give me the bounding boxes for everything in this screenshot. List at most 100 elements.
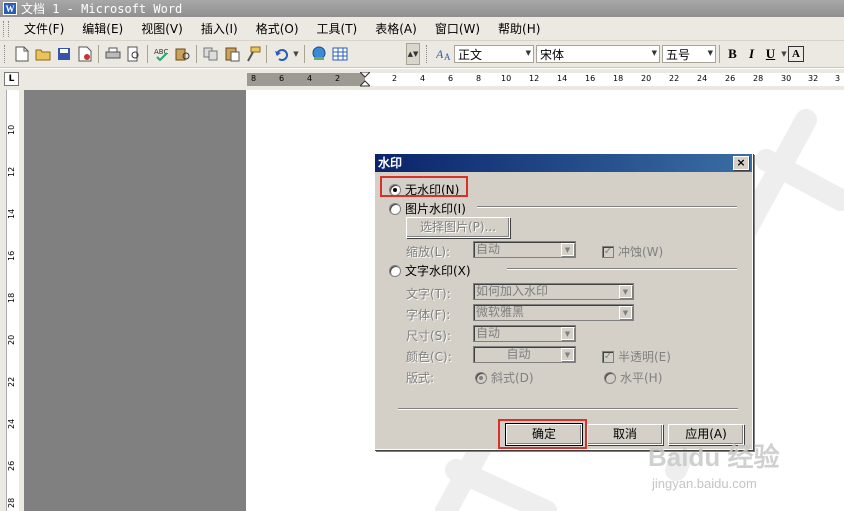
menu-format[interactable]: 格式(O) [247, 17, 308, 41]
ruler-tick: 8 [251, 74, 257, 83]
word-doc-icon: W [3, 2, 17, 15]
ruler-tick: 3 [835, 74, 841, 83]
chevron-down-icon: ▼ [561, 327, 574, 340]
scale-select[interactable]: 自动 ▼ [473, 241, 576, 258]
undo-dropdown-icon[interactable]: ▼ [291, 44, 301, 65]
format-painter-icon[interactable] [242, 44, 263, 65]
baidu-brand-url: jingyan.baidu.com [652, 476, 757, 491]
tab-selector[interactable]: L [4, 72, 19, 86]
menu-tools[interactable]: 工具(T) [308, 17, 367, 41]
menu-window[interactable]: 窗口(W) [426, 17, 489, 41]
highlight-no-watermark [380, 176, 468, 197]
save-icon[interactable] [53, 44, 74, 65]
scale-label: 缩放(L): [406, 245, 451, 259]
scale-value: 自动 [476, 242, 501, 256]
size-select[interactable]: 自动 ▼ [473, 325, 576, 342]
ruler-tick: 14 [7, 208, 16, 219]
bold-button[interactable]: B [723, 45, 742, 64]
ruler-tick: 28 [7, 497, 16, 508]
ruler-tick: 16 [585, 74, 596, 83]
text-watermark-radio[interactable]: 文字水印(X) [389, 262, 471, 279]
svg-text:A: A [444, 52, 451, 62]
layout-label: 版式: [406, 371, 435, 385]
indent-marker-icon[interactable] [360, 72, 370, 87]
ruler-tick: 4 [420, 74, 426, 83]
paste-icon[interactable] [221, 44, 242, 65]
underline-button[interactable]: U [761, 45, 780, 64]
text-value: 如何加入水印 [476, 284, 549, 298]
text-watermark-label: 文字水印(X) [405, 264, 471, 278]
semitransparent-checkbox[interactable]: ✓ 半透明(E) [602, 348, 671, 365]
menu-file[interactable]: 文件(F) [15, 17, 73, 41]
vertical-ruler[interactable]: 10 12 14 16 18 20 22 24 26 28 [0, 90, 24, 511]
menu-help[interactable]: 帮助(H) [489, 17, 549, 41]
ruler-tick: 32 [808, 74, 819, 83]
menu-edit[interactable]: 编辑(E) [73, 17, 132, 41]
window-title: 文档 1 - Microsoft Word [21, 2, 183, 16]
font-combo[interactable]: 宋体 ▼ [536, 45, 660, 63]
toolbar-options-chevron-icon[interactable]: ▲▼ [406, 43, 420, 65]
chevron-down-icon: ▼ [651, 49, 657, 57]
group-divider [507, 268, 737, 270]
picture-watermark-radio[interactable]: 图片水印(I) [389, 200, 466, 217]
ruler-tick: 18 [7, 292, 16, 303]
toolbar-grip[interactable] [426, 45, 429, 63]
ruler-tick: 2 [335, 74, 341, 83]
menu-insert[interactable]: 插入(I) [192, 17, 247, 41]
styles-and-formatting-icon[interactable]: AA [433, 44, 454, 65]
font-color-button[interactable]: A [788, 46, 804, 62]
select-picture-button[interactable]: 选择图片(P)... [406, 217, 510, 238]
underline-dropdown-icon[interactable]: ▼ [780, 44, 788, 65]
washout-checkbox[interactable]: ✓ 冲蚀(W) [602, 243, 663, 260]
italic-button[interactable]: I [742, 45, 761, 64]
ruler-tick: 2 [392, 74, 398, 83]
font-select[interactable]: 微软雅黑 ▼ [473, 304, 634, 321]
checkmark-icon: ✓ [602, 245, 614, 258]
menu-bar: 文件(F) 编辑(E) 视图(V) 插入(I) 格式(O) 工具(T) 表格(A… [0, 17, 844, 41]
menu-table[interactable]: 表格(A) [366, 17, 426, 41]
ruler-tick: 30 [781, 74, 792, 83]
ruler-tick: 22 [669, 74, 680, 83]
permission-icon[interactable] [74, 44, 95, 65]
insert-table-icon[interactable] [329, 44, 350, 65]
font-value: 宋体 [540, 47, 565, 62]
open-folder-icon[interactable] [32, 44, 53, 65]
horizontal-ruler[interactable] [365, 73, 844, 86]
color-label: 颜色(C): [406, 350, 452, 364]
spelling-icon[interactable]: ABC [151, 44, 172, 65]
toolbar-grip[interactable] [4, 45, 7, 63]
horizontal-ruler-row: L 8 6 4 2 2 4 6 8 10 12 14 16 18 20 22 2… [0, 69, 844, 90]
research-icon[interactable] [172, 44, 193, 65]
radio-unchecked-icon [389, 202, 401, 215]
toolbar-separator [147, 45, 148, 63]
chevron-down-icon: ▼ [525, 49, 531, 57]
close-icon[interactable]: × [733, 156, 749, 170]
color-select[interactable]: 自动 ▼ [473, 346, 576, 363]
ruler-tick: 22 [7, 376, 16, 387]
ruler-tick: 12 [7, 166, 16, 177]
style-combo[interactable]: 正文 ▼ [454, 45, 534, 63]
chevron-down-icon: ▼ [561, 348, 574, 361]
menubar-grip[interactable] [3, 20, 9, 37]
ruler-tick: 6 [279, 74, 285, 83]
horizontal-radio[interactable]: 水平(H) [604, 369, 662, 386]
chevron-down-icon: ▼ [619, 285, 632, 298]
ruler-tick: 26 [725, 74, 736, 83]
text-label: 文字(T): [406, 287, 451, 301]
hyperlink-icon[interactable] [308, 44, 329, 65]
undo-icon[interactable] [270, 44, 291, 65]
size-value: 自动 [476, 326, 501, 340]
font-size-combo[interactable]: 五号 ▼ [662, 45, 716, 63]
font-label: 字体(F): [406, 308, 451, 322]
diagonal-radio[interactable]: 斜式(D) [475, 369, 534, 386]
dialog-titlebar[interactable]: 水印 [375, 154, 752, 172]
toolbar-separator [304, 45, 305, 63]
print-icon[interactable] [102, 44, 123, 65]
dialog-title: 水印 [378, 156, 403, 170]
print-preview-icon[interactable] [123, 44, 144, 65]
copy-icon[interactable] [200, 44, 221, 65]
new-document-icon[interactable] [11, 44, 32, 65]
menu-view[interactable]: 视图(V) [132, 17, 192, 41]
toolbar-separator [196, 45, 197, 63]
text-select[interactable]: 如何加入水印 ▼ [473, 283, 634, 300]
